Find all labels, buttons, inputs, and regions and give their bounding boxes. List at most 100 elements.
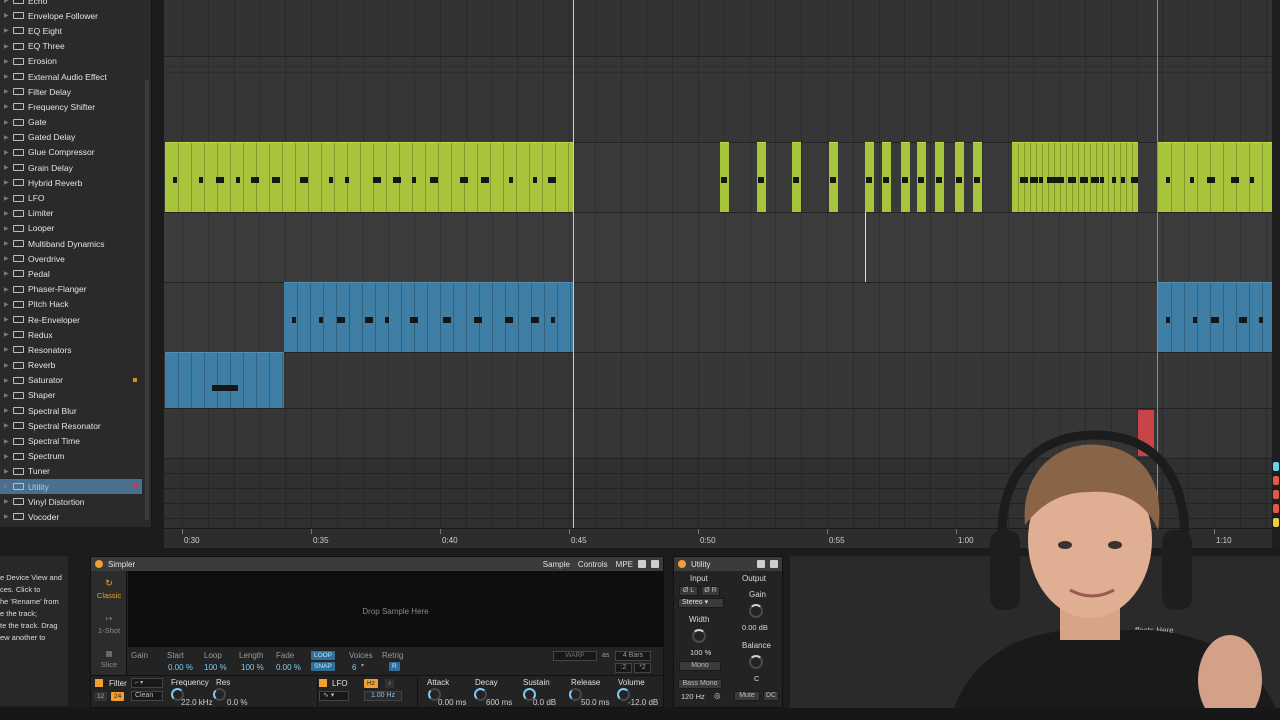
classic-mode-icon[interactable]: ↻ [91,578,127,589]
voices-value[interactable]: 6 [352,663,356,672]
expand-arrow-icon[interactable]: ▶ [4,240,13,247]
expand-arrow-icon[interactable]: ▶ [4,362,13,369]
midi-clip[interactable] [165,142,574,212]
lfo-toggle[interactable] [319,679,327,687]
browser-item[interactable]: ▶ Grain Delay [0,160,142,175]
width-knob[interactable] [692,629,706,643]
width-value[interactable]: 100 % [690,648,711,657]
mode-classic[interactable]: Classic [91,591,127,600]
expand-arrow-icon[interactable]: ▶ [4,27,13,34]
fade-value[interactable]: 0.00 % [276,663,301,672]
filter-circuit-dropdown[interactable]: Clean [131,691,163,701]
hot-swap-icon[interactable] [757,560,765,568]
midi-clip[interactable] [865,142,874,212]
midi-clip[interactable] [882,142,891,212]
midi-clip[interactable] [1158,282,1272,352]
browser-item[interactable]: ▶ Spectral Time [0,433,142,448]
expand-arrow-icon[interactable]: ▶ [4,377,13,384]
expand-arrow-icon[interactable]: ▶ [4,286,13,293]
expand-arrow-icon[interactable]: ▶ [4,103,13,110]
browser-item[interactable]: ▶ External Audio Effect [0,69,142,84]
lfo-waveform-dropdown[interactable]: ∿ ▾ [319,691,349,701]
one-shot-mode-icon[interactable]: ↦ [91,614,127,623]
phase-left-button[interactable]: Ø L [679,586,698,596]
retrig-toggle[interactable]: R [389,662,400,671]
track-lane[interactable] [164,352,1272,408]
midi-clip[interactable] [935,142,944,212]
save-preset-icon[interactable] [770,560,778,568]
browser-item[interactable]: ▶ Vinyl Distortion [0,494,142,509]
tab-sample[interactable]: Sample [543,560,570,569]
browser-item[interactable]: ▶ Looper [0,221,142,236]
midi-clip[interactable] [955,142,964,212]
expand-arrow-icon[interactable]: ▶ [4,346,13,353]
warp-bars-field[interactable]: 4 Bars [615,651,651,661]
expand-arrow-icon[interactable]: ▶ [4,179,13,186]
browser-item[interactable]: ▶ Tuner [0,464,142,479]
expand-arrow-icon[interactable]: ▶ [4,316,13,323]
expand-arrow-icon[interactable]: ▶ [4,149,13,156]
device-power-button[interactable] [678,560,686,568]
bass-mono-button[interactable]: Bass Mono [678,679,722,689]
expand-arrow-icon[interactable]: ▶ [4,392,13,399]
phase-right-button[interactable]: Ø R [701,586,720,596]
release-value[interactable]: 50.0 ms [581,698,609,707]
track-lane[interactable] [164,212,1272,282]
midi-clip[interactable] [792,142,801,212]
browser-item[interactable]: ▶ Gated Delay [0,130,142,145]
expand-arrow-icon[interactable]: ▶ [4,58,13,65]
filter-toggle[interactable] [95,679,103,687]
browser-item[interactable]: ▶ Multiband Dynamics [0,236,142,251]
midi-clip[interactable] [917,142,926,212]
expand-arrow-icon[interactable]: ▶ [4,134,13,141]
lfo-hz-button[interactable]: Hz [364,679,378,688]
loop-value[interactable]: 100 % [204,663,227,672]
channel-mode-dropdown[interactable]: Stereo ▾ [678,598,724,608]
browser-item[interactable]: ▶ Echo [0,0,142,8]
sustain-value[interactable]: 0.0 dB [533,698,556,707]
browser-item[interactable]: ▶ Pedal [0,266,142,281]
start-value[interactable]: 0.00 % [168,663,193,672]
mode-one-shot[interactable]: 1-Shot [91,626,127,635]
lfo-sync-icon[interactable]: ♪ [385,679,395,688]
browser-item[interactable]: ▶ Frequency Shifter [0,99,142,114]
midi-clip[interactable] [1012,142,1138,212]
expand-arrow-icon[interactable]: ▶ [4,331,13,338]
dc-button[interactable]: DC [763,691,779,701]
snap-toggle[interactable]: SNAP [311,662,335,671]
slope-24-button[interactable]: 24 [111,692,125,701]
browser-item[interactable]: ▶ Pitch Hack [0,297,142,312]
browser-item[interactable]: ▶ Phaser-Flanger [0,282,142,297]
expand-arrow-icon[interactable]: ▶ [4,255,13,262]
browser-item[interactable]: ▶ Erosion [0,54,142,69]
expand-arrow-icon[interactable]: ▶ [4,422,13,429]
midi-clip[interactable] [1158,142,1272,212]
expand-arrow-icon[interactable]: ▶ [4,270,13,277]
loop-toggle[interactable]: LOOP [311,651,336,660]
expand-arrow-icon[interactable]: ▶ [4,88,13,95]
voices-dropdown-icon[interactable]: ▾ [361,662,364,669]
expand-arrow-icon[interactable]: ▶ [4,453,13,460]
midi-clip[interactable] [973,142,982,212]
attack-value[interactable]: 0.00 ms [438,698,466,707]
expand-arrow-icon[interactable]: ▶ [4,301,13,308]
slice-mode-icon[interactable]: ▦ [91,649,127,658]
browser-item[interactable]: ▶ Envelope Follower [0,8,142,23]
midi-clip[interactable] [829,142,838,212]
midi-clip[interactable] [901,142,910,212]
hot-swap-icon[interactable] [638,560,646,568]
expand-arrow-icon[interactable]: ▶ [4,164,13,171]
browser-item[interactable]: ▶ Reverb [0,358,142,373]
frequency-value[interactable]: 22.0 kHz [181,698,213,707]
browser-item[interactable]: ▶ Limiter [0,206,142,221]
slope-12-button[interactable]: 12 [94,692,108,701]
res-value[interactable]: 0.0 % [227,698,247,707]
browser-item[interactable]: ▶ Utility [0,479,142,495]
track-lane[interactable] [164,56,1272,142]
volume-value[interactable]: -12.0 dB [628,698,658,707]
sample-drop-zone[interactable]: Drop Sample Here [128,571,663,661]
balance-knob[interactable] [749,655,763,669]
tab-mpe[interactable]: MPE [616,560,633,569]
browser-item[interactable]: ▶ Spectral Blur [0,403,142,418]
double-length-button[interactable]: *2 [634,663,651,673]
